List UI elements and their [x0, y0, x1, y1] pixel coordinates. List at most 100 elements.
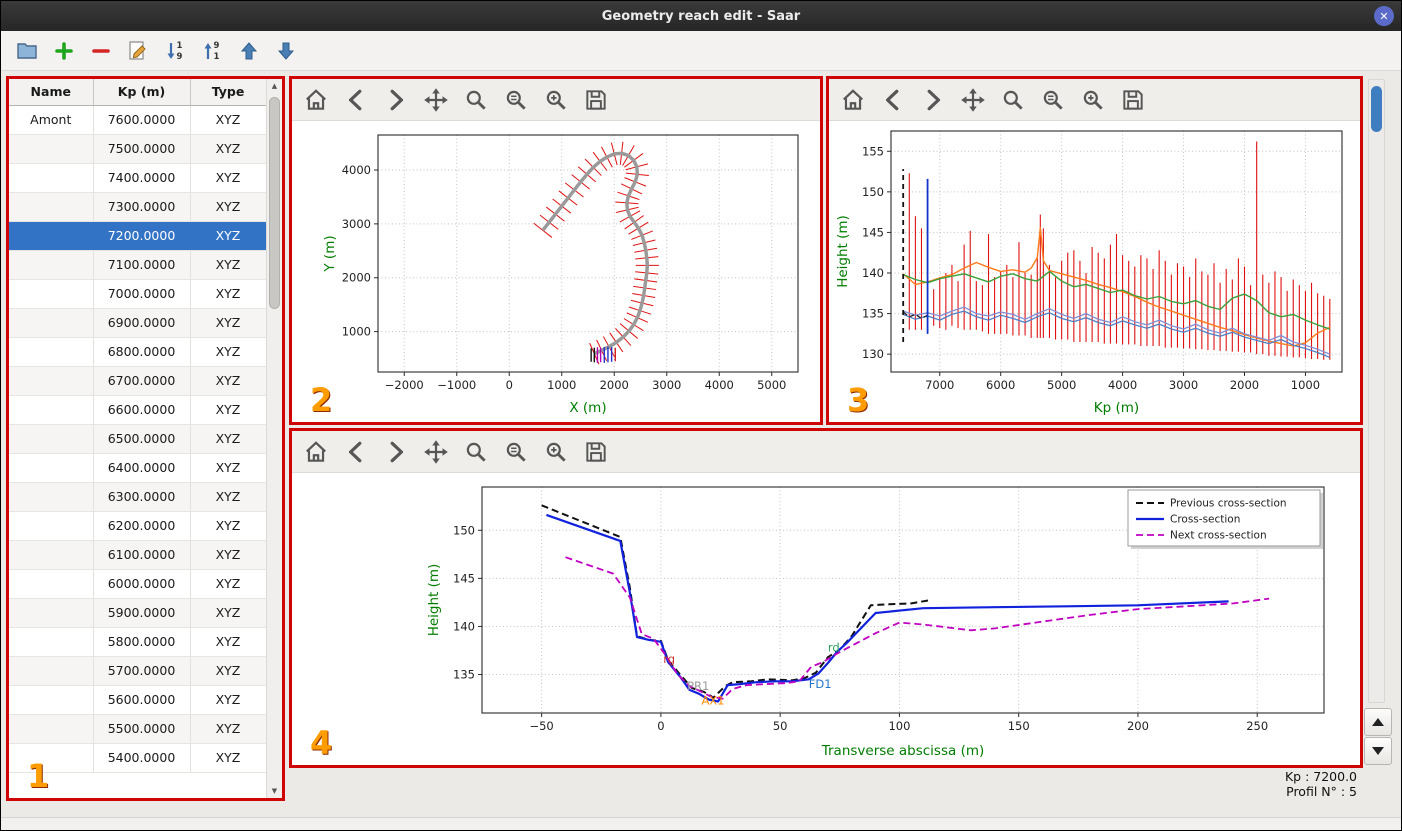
- forward-icon[interactable]: [382, 86, 410, 114]
- svg-text:Y (m): Y (m): [322, 235, 338, 272]
- add-icon[interactable]: [50, 37, 78, 65]
- svg-text:155: 155: [862, 144, 884, 158]
- customize-icon[interactable]: [542, 438, 570, 466]
- table-row[interactable]: 6200.0000 XYZ: [9, 511, 267, 541]
- window-scrollbar[interactable]: [1368, 79, 1385, 703]
- pan-icon[interactable]: [422, 438, 450, 466]
- customize-icon[interactable]: [1079, 86, 1107, 114]
- back-icon[interactable]: [342, 438, 370, 466]
- scroll-down-icon[interactable]: ▼: [267, 784, 282, 798]
- table-row[interactable]: 6000.0000 XYZ: [9, 569, 267, 599]
- move-down-icon[interactable]: [272, 37, 300, 65]
- zoom-icon[interactable]: [462, 438, 490, 466]
- table-row[interactable]: 5800.0000 XYZ: [9, 627, 267, 657]
- table-row[interactable]: 7200.0000 XYZ: [9, 221, 267, 251]
- forward-icon[interactable]: [382, 438, 410, 466]
- open-folder-icon[interactable]: [13, 37, 41, 65]
- table-row[interactable]: 6300.0000 XYZ: [9, 482, 267, 512]
- table-scrollbar-thumb[interactable]: [269, 97, 280, 309]
- home-icon[interactable]: [839, 86, 867, 114]
- svg-text:3000: 3000: [1169, 378, 1198, 392]
- table-row[interactable]: 6400.0000 XYZ: [9, 453, 267, 483]
- profile-up-button[interactable]: [1364, 708, 1392, 736]
- svg-text:3000: 3000: [652, 378, 681, 392]
- table-row[interactable]: 6700.0000 XYZ: [9, 366, 267, 396]
- cross-section-panel: −50 0 50 100 150 200 250 135 140 145 150 Transverse…: [289, 428, 1363, 768]
- table-scrollbar[interactable]: ▲ ▼: [266, 79, 282, 798]
- status-info: Kp : 7200.0 Profil N° : 5: [1177, 769, 1357, 799]
- subplots-icon[interactable]: [502, 438, 530, 466]
- table-row[interactable]: 6600.0000 XYZ: [9, 395, 267, 425]
- svg-text:Next cross-section: Next cross-section: [1170, 530, 1267, 542]
- longitudinal-profile-chart[interactable]: 7000 6000 5000 4000 3000 2000 1000 130 135 140 145…: [829, 121, 1360, 422]
- table-row[interactable]: 7300.0000 XYZ: [9, 192, 267, 222]
- back-icon[interactable]: [342, 86, 370, 114]
- remove-icon[interactable]: [87, 37, 115, 65]
- table-row[interactable]: 6100.0000 XYZ: [9, 540, 267, 570]
- subplots-icon[interactable]: [1039, 86, 1067, 114]
- table-row[interactable]: 5900.0000 XYZ: [9, 598, 267, 628]
- status-profil: Profil N° : 5: [1286, 784, 1357, 799]
- move-up-icon[interactable]: [235, 37, 263, 65]
- table-body: Amont 7600.0000 XYZ 7500.0000 XYZ 7400.0000 XY…: [9, 105, 267, 773]
- table-row[interactable]: 7500.0000 XYZ: [9, 134, 267, 164]
- svg-text:50: 50: [773, 719, 788, 733]
- home-icon[interactable]: [302, 86, 330, 114]
- forward-icon[interactable]: [919, 86, 947, 114]
- save-icon[interactable]: [582, 86, 610, 114]
- pan-icon[interactable]: [422, 86, 450, 114]
- svg-text:Height (m): Height (m): [835, 215, 851, 288]
- subplots-icon[interactable]: [502, 86, 530, 114]
- table-row[interactable]: 7000.0000 XYZ: [9, 279, 267, 309]
- column-header: Kp (m): [93, 79, 191, 106]
- svg-text:2000: 2000: [600, 378, 629, 392]
- customize-icon[interactable]: [542, 86, 570, 114]
- back-icon[interactable]: [879, 86, 907, 114]
- arrow-down-icon: [1372, 747, 1384, 755]
- zoom-icon[interactable]: [999, 86, 1027, 114]
- svg-text:4000: 4000: [342, 163, 371, 177]
- svg-text:100: 100: [888, 719, 910, 733]
- annotation-number-2: 2: [310, 381, 333, 419]
- svg-text:0: 0: [657, 719, 664, 733]
- svg-text:140: 140: [453, 619, 475, 633]
- table-row[interactable]: 6900.0000 XYZ: [9, 308, 267, 338]
- pan-icon[interactable]: [959, 86, 987, 114]
- svg-text:9: 9: [214, 41, 220, 51]
- close-button[interactable]: ✕: [1374, 6, 1394, 26]
- table-row[interactable]: 6500.0000 XYZ: [9, 424, 267, 454]
- status-bar: [1, 817, 1401, 830]
- cross-section-chart[interactable]: −50 0 50 100 150 200 250 135 140 145 150 Transverse…: [292, 473, 1360, 765]
- plan-figure: −2000 −1000 0 1000 2000 3000 4000 5000 1000 2000 3…: [292, 121, 820, 422]
- svg-text:1: 1: [177, 41, 183, 51]
- table-row[interactable]: 7400.0000 XYZ: [9, 163, 267, 193]
- table-row[interactable]: 5700.0000 XYZ: [9, 656, 267, 686]
- scroll-up-icon[interactable]: ▲: [267, 79, 282, 93]
- svg-text:AX1: AX1: [701, 693, 724, 707]
- svg-text:130: 130: [862, 347, 884, 361]
- annotation-number-1: 1: [27, 757, 50, 795]
- table-row[interactable]: 5500.0000 XYZ: [9, 714, 267, 744]
- svg-text:4000: 4000: [705, 378, 734, 392]
- svg-text:150: 150: [453, 523, 475, 537]
- svg-text:7000: 7000: [925, 378, 954, 392]
- profile-down-button[interactable]: [1364, 737, 1392, 765]
- home-icon[interactable]: [302, 438, 330, 466]
- sort-ascending-icon[interactable]: 91: [198, 37, 226, 65]
- window-scrollbar-thumb[interactable]: [1371, 86, 1382, 132]
- cross-figure: −50 0 50 100 150 200 250 135 140 145 150 Transverse…: [292, 473, 1360, 765]
- save-icon[interactable]: [582, 438, 610, 466]
- save-icon[interactable]: [1119, 86, 1147, 114]
- table-row[interactable]: Amont 7600.0000 XYZ: [9, 105, 267, 135]
- svg-text:135: 135: [453, 668, 475, 682]
- sort-descending-icon[interactable]: 19: [161, 37, 189, 65]
- edit-icon[interactable]: [124, 37, 152, 65]
- plan-mpl-toolbar: [292, 79, 820, 121]
- table-row[interactable]: 6800.0000 XYZ: [9, 337, 267, 367]
- zoom-icon[interactable]: [462, 86, 490, 114]
- table-row[interactable]: 7100.0000 XYZ: [9, 250, 267, 280]
- plan-view-chart[interactable]: −2000 −1000 0 1000 2000 3000 4000 5000 1000 2000 3…: [292, 121, 820, 422]
- column-header: Type: [190, 79, 267, 106]
- svg-text:4000: 4000: [1108, 378, 1137, 392]
- table-row[interactable]: 5600.0000 XYZ: [9, 685, 267, 715]
